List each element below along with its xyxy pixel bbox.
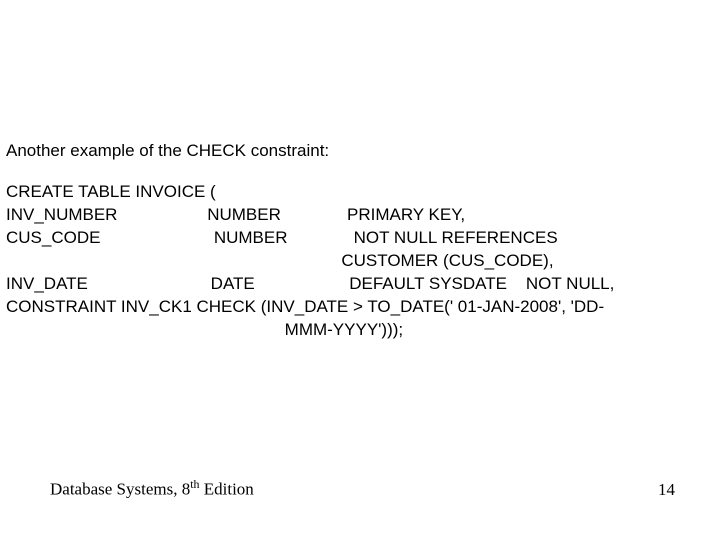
page-number: 14 [658,480,675,500]
sql-line-6: CONSTRAINT INV_CK1 CHECK (INV_DATE > TO_… [6,297,604,316]
sql-line-7: MMM-YYYY'))); [6,320,403,339]
footer-book: Database Systems, 8th Edition [50,477,254,500]
footer-book-suffix: Edition [199,480,253,499]
sql-line-4: CUSTOMER (CUS_CODE), [6,251,554,270]
sql-line-5: INV_DATE DATE DEFAULT SYSDATE NOT NULL, [6,274,614,293]
sql-line-2: INV_NUMBER NUMBER PRIMARY KEY, [6,205,465,224]
intro-text: Another example of the CHECK constraint: [6,140,714,163]
footer-book-prefix: Database Systems, 8 [50,480,190,499]
sql-block: CREATE TABLE INVOICE ( INV_NUMBER NUMBER… [6,181,714,342]
sql-line-1: CREATE TABLE INVOICE ( [6,182,216,201]
slide-content: Another example of the CHECK constraint:… [6,140,714,342]
sql-line-3: CUS_CODE NUMBER NOT NULL REFERENCES [6,228,558,247]
